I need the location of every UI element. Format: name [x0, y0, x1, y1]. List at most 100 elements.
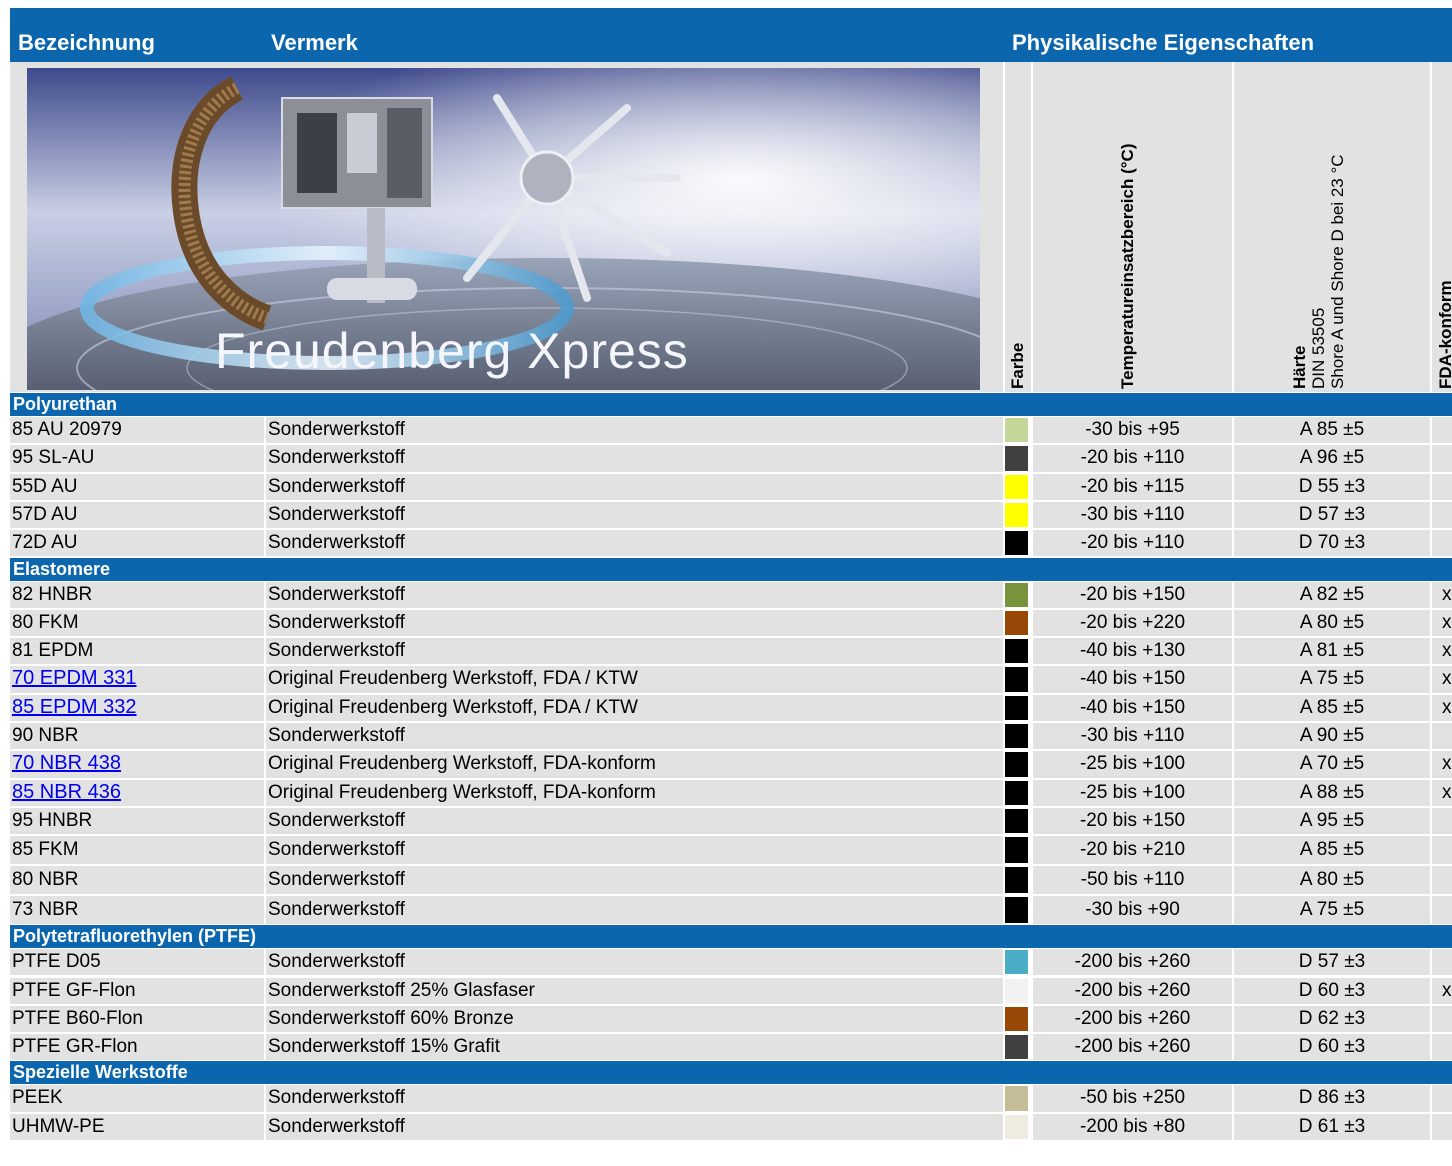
material-note: Sonderwerkstoff: [268, 503, 405, 525]
cell-haerte: D 70 ±3: [1234, 530, 1430, 557]
cell-vermerk: Sonderwerkstoff: [266, 501, 1003, 529]
cell-fda: [1432, 836, 1452, 865]
material-link[interactable]: 85 EPDM 332: [12, 696, 137, 718]
material-name: PTFE B60-Flon: [12, 1007, 143, 1029]
hardness-value: A 85 ±5: [1299, 419, 1365, 440]
cell-vermerk: Sonderwerkstoff 15% Grafit: [266, 1034, 1003, 1061]
cell-fda: [1432, 1005, 1452, 1033]
banner-machine-illustration: Freudenberg Xpress: [27, 68, 980, 390]
freudenberg-xpress-banner: Freudenberg Xpress: [27, 68, 980, 390]
table-row: PTFE GR-Flon Sonderwerkstoff 15% Grafit -2…: [10, 1033, 1452, 1061]
fda-mark: x: [1442, 668, 1452, 690]
table-row: 55D AU Sonderwerkstoff -20 bis +115 D 55 ±3: [10, 473, 1452, 501]
cell-fda: [1432, 417, 1452, 444]
cell-fda: x: [1432, 581, 1452, 608]
material-link[interactable]: 70 NBR 438: [12, 752, 121, 774]
hardness-value: A 81 ±5: [1299, 640, 1365, 662]
cell-fda: [1432, 896, 1452, 925]
column-header-haerte-norm: DIN 53505: [1309, 307, 1328, 389]
cell-temperatur: -40 bis +130: [1033, 638, 1232, 665]
temperature-range: -30 bis +110: [1080, 725, 1185, 746]
hardness-value: D 57 ±3: [1298, 951, 1366, 973]
cell-temperatur: -20 bis +150: [1033, 807, 1232, 835]
temperature-range: -25 bis +100: [1079, 753, 1186, 775]
table-row: PEEK Sonderwerkstoff -50 bis +250 D 86 ±3: [10, 1084, 1452, 1112]
material-note: Sonderwerkstoff: [268, 611, 405, 633]
temperature-range: -200 bis +260: [1074, 951, 1191, 973]
material-note: Sonderwerkstoff: [268, 475, 405, 497]
hardness-value: A 88 ±5: [1299, 781, 1365, 803]
cell-haerte: D 86 ±3: [1234, 1085, 1430, 1112]
section-header: Polyurethan: [10, 393, 1452, 416]
color-swatch: [1005, 610, 1028, 636]
cell-temperatur: -20 bis +210: [1033, 836, 1232, 865]
material-name-wrap: 70 NBR 438: [12, 750, 121, 777]
table-row: 90 NBR Sonderwerkstoff -30 bis +110 A 90 ±5: [10, 722, 1452, 750]
column-header-vermerk: Vermerk: [271, 30, 358, 55]
column-header-haerte-detail: Shore A und Shore D bei 23 °C: [1328, 154, 1347, 389]
cell-vermerk: Sonderwerkstoff: [266, 609, 1003, 637]
temperature-range: -20 bis +110: [1080, 532, 1185, 554]
section-title: Elastomere: [13, 558, 111, 579]
cell-fda: [1432, 473, 1452, 500]
temperature-range: -20 bis +110: [1080, 447, 1185, 469]
color-swatch: [1005, 502, 1028, 528]
material-name: 73 NBR: [12, 899, 79, 921]
hardness-value: A 85 ±5: [1299, 839, 1365, 861]
material-name: PTFE GR-Flon: [12, 1036, 138, 1058]
cell-vermerk: Sonderwerkstoff: [266, 417, 1003, 444]
material-name: PTFE GF-Flon: [12, 979, 136, 1001]
cell-temperatur: -200 bis +260: [1033, 1034, 1232, 1061]
cell-bezeichnung: 57D AU: [10, 501, 264, 529]
temperature-range: -20 bis +210: [1079, 839, 1186, 861]
table-row: 95 HNBR Sonderwerkstoff -20 bis +150 A 95 ±…: [10, 807, 1452, 835]
hardness-value: D 62 ±3: [1298, 1007, 1366, 1029]
fda-mark: x: [1442, 611, 1452, 633]
cell-temperatur: -200 bis +260: [1033, 1005, 1232, 1033]
cell-vermerk: Sonderwerkstoff: [266, 530, 1003, 557]
material-name: 55D AU: [12, 475, 78, 497]
cell-bezeichnung: PTFE B60-Flon: [10, 1005, 264, 1033]
cell-temperatur: -30 bis +90: [1033, 896, 1232, 925]
material-note: Sonderwerkstoff: [268, 869, 405, 891]
section-title: Polytetrafluorethylen (PTFE): [13, 926, 257, 947]
material-link[interactable]: 70 EPDM 331: [12, 667, 137, 689]
material-name: 82 HNBR: [12, 583, 93, 605]
cell-vermerk: Sonderwerkstoff: [266, 445, 1003, 472]
hardness-value: A 82 ±5: [1299, 583, 1365, 605]
cell-temperatur: -20 bis +110: [1033, 445, 1232, 472]
table-row: 72D AU Sonderwerkstoff -20 bis +110 D 70 ±3: [10, 529, 1452, 557]
cell-fda: x: [1432, 694, 1452, 721]
cell-bezeichnung: 85 AU 20979: [10, 417, 264, 444]
hardness-value: D 57 ±3: [1298, 503, 1366, 525]
cell-bezeichnung: 55D AU: [10, 473, 264, 500]
material-name: PEEK: [12, 1087, 63, 1109]
cell-vermerk: Sonderwerkstoff 25% Glasfaser: [266, 977, 1003, 1004]
cell-fda: [1432, 1085, 1452, 1112]
cell-haerte: D 60 ±3: [1234, 977, 1430, 1004]
fda-mark: x: [1442, 696, 1452, 718]
material-note: Sonderwerkstoff 25% Glasfaser: [268, 979, 535, 1001]
cell-haerte: A 82 ±5: [1234, 581, 1430, 608]
color-swatch: [1005, 582, 1028, 607]
cell-vermerk: Sonderwerkstoff: [266, 836, 1003, 865]
material-note: Sonderwerkstoff: [268, 640, 405, 662]
temperature-range: -200 bis +260: [1074, 979, 1191, 1001]
material-name: 90 NBR: [12, 725, 79, 746]
material-note: Sonderwerkstoff: [268, 899, 405, 921]
temperature-range: -20 bis +115: [1080, 475, 1185, 497]
material-name: 85 FKM: [12, 839, 79, 861]
cell-haerte: A 85 ±5: [1234, 417, 1430, 444]
color-swatch: [1005, 639, 1028, 664]
cell-bezeichnung: 72D AU: [10, 530, 264, 557]
temperature-range: -40 bis +150: [1079, 668, 1186, 690]
hardness-value: A 75 ±5: [1299, 899, 1365, 921]
temperature-range: -30 bis +95: [1085, 419, 1180, 440]
cell-temperatur: -20 bis +115: [1033, 473, 1232, 500]
color-swatch: [1005, 474, 1028, 499]
cell-haerte: A 75 ±5: [1234, 896, 1430, 925]
cell-haerte: D 57 ±3: [1234, 949, 1430, 976]
hardness-value: A 80 ±5: [1299, 611, 1365, 633]
material-link[interactable]: 85 NBR 436: [12, 781, 121, 803]
cell-bezeichnung: PEEK: [10, 1085, 264, 1112]
